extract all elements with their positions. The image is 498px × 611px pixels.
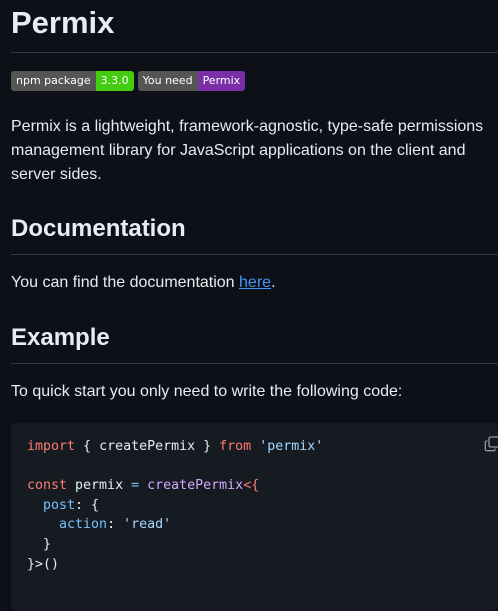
badges: npm package 3.3.0 You need Permix (11, 71, 498, 91)
code-token: permix (67, 478, 132, 494)
example-paragraph: To quick start you only need to write th… (11, 383, 403, 400)
code-token: { createPermix } (75, 439, 220, 454)
npm-badge[interactable]: npm package 3.3.0 (11, 71, 134, 91)
code-token: : (107, 517, 124, 533)
readme-content: Permix npm package 3.3.0 You need Permix… (11, 0, 498, 611)
code-token: post (43, 497, 76, 513)
npm-badge-version: 3.3.0 (95, 71, 134, 91)
code-token: import (27, 439, 76, 454)
copy-icon[interactable] (484, 436, 498, 452)
code-token: 'permix' (259, 439, 324, 454)
code-block: import { createPermix } from 'permix' co… (11, 423, 498, 611)
documentation-text-end: . (271, 274, 276, 291)
code-token: const (27, 478, 68, 494)
intro-paragraph: Permix is a lightweight, framework-agnos… (11, 118, 484, 183)
documentation-text: You can find the documentation (11, 274, 240, 291)
code-token: createPermix (147, 478, 244, 494)
code-token: action (59, 517, 108, 533)
page-title: Permix (11, 0, 498, 53)
example-heading: Example (11, 323, 498, 364)
documentation-paragraph: You can find the documentation here. (11, 271, 498, 295)
documentation-heading: Documentation (11, 214, 498, 255)
npm-badge-label: npm package (11, 71, 96, 91)
code-token: }>() (27, 556, 60, 572)
code-token: = (131, 478, 140, 494)
code-token: : { (75, 497, 100, 513)
copy-icon-graphic (484, 436, 498, 452)
code-token: <{ (243, 478, 260, 494)
permix-badge-label: You need (137, 71, 198, 91)
code-token: 'read' (123, 517, 172, 533)
documentation-link[interactable]: here (239, 274, 271, 291)
code-token: from (219, 439, 252, 454)
permix-badge-value: Permix (197, 71, 246, 91)
permix-badge[interactable]: You need Permix (137, 71, 246, 91)
